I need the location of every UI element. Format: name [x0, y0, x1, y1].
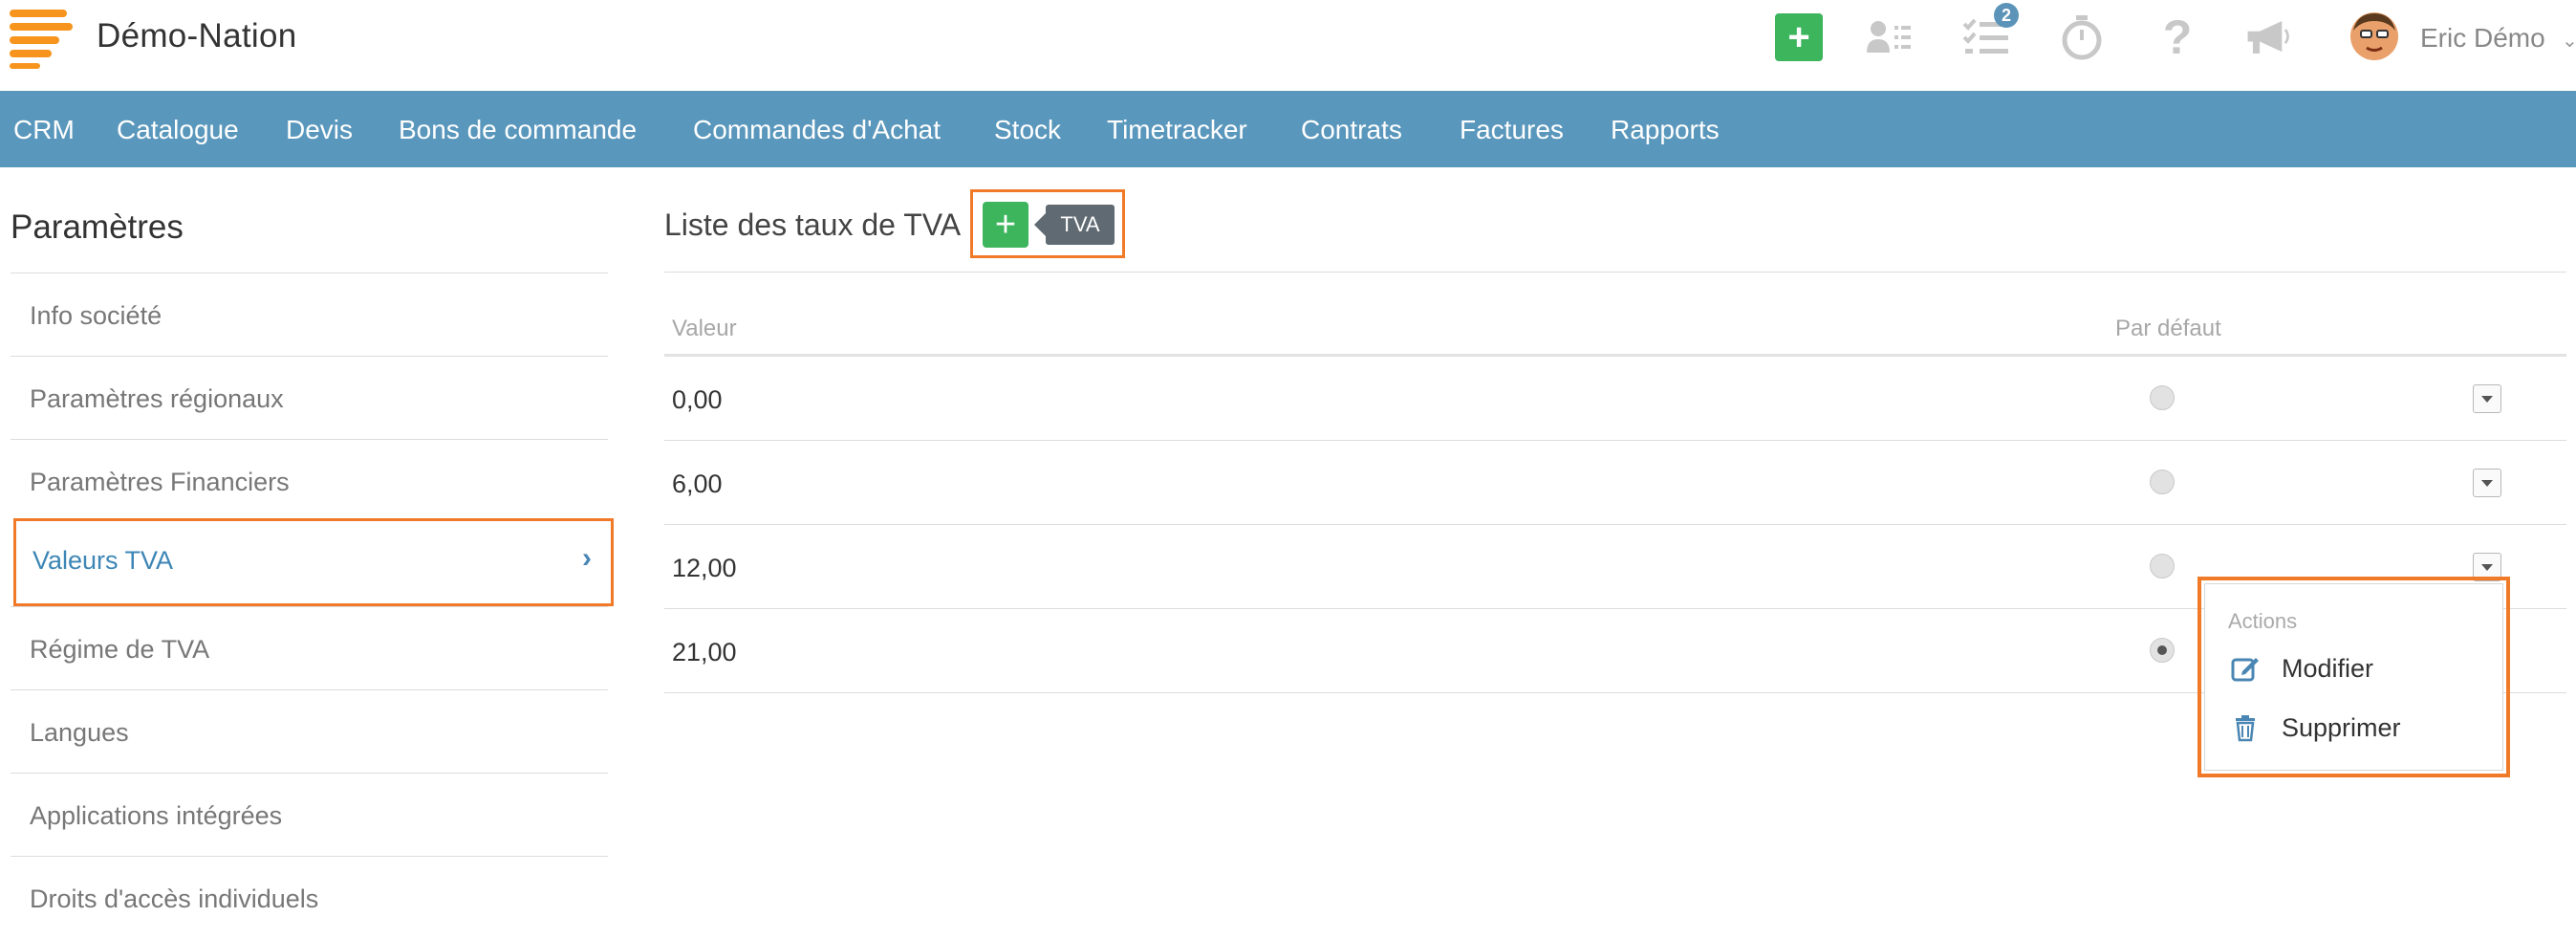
sidebar-item-regime-tva[interactable]: Régime de TVA [11, 606, 608, 689]
add-vat-tooltip: TVA [1034, 205, 1115, 245]
top-bar: Démo-Nation + 2 ? Eric Démo ⌄ [0, 0, 2576, 91]
menu-item-modifier[interactable]: Modifier [2228, 647, 2486, 689]
chevron-right-icon: › [582, 542, 592, 574]
main-nav: CRM Catalogue Devis Bons de commande Com… [0, 91, 2576, 167]
menu-item-supprimer[interactable]: Supprimer [2228, 707, 2486, 749]
sidebar-item-label: Applications intégrées [30, 801, 283, 830]
plus-icon: + [994, 205, 1017, 245]
menu-item-label: Modifier [2282, 654, 2374, 683]
divider [664, 272, 2566, 273]
sidebar-item-parametres-regionaux[interactable]: Paramètres régionaux [11, 356, 608, 439]
default-radio[interactable] [2150, 638, 2175, 663]
sidebar-item-droits-acces[interactable]: Droits d'accès individuels [11, 856, 608, 939]
vat-value: 12,00 [672, 554, 737, 582]
megaphone-icon[interactable] [2244, 13, 2292, 61]
column-header-value: Valeur [672, 316, 737, 341]
table-row: 6,00 [664, 441, 2566, 525]
default-radio[interactable] [2150, 554, 2175, 579]
vat-value: 21,00 [672, 638, 737, 666]
app-title: Démo-Nation [97, 17, 297, 55]
sidebar-item-valeurs-tva[interactable]: Valeurs TVA › [13, 518, 614, 606]
add-vat-button[interactable]: + [983, 202, 1028, 248]
nav-item-rapports[interactable]: Rapports [1611, 115, 1720, 145]
column-header-default: Par défaut [2115, 316, 2221, 341]
sidebar-item-info-societe[interactable]: Info société [11, 273, 608, 356]
default-radio[interactable] [2150, 385, 2175, 410]
sidebar-item-applications-integrees[interactable]: Applications intégrées [11, 773, 608, 856]
nav-item-bons-de-commande[interactable]: Bons de commande [399, 115, 637, 145]
nav-item-catalogue[interactable]: Catalogue [117, 115, 239, 145]
stopwatch-icon[interactable] [2058, 13, 2106, 61]
default-radio[interactable] [2150, 470, 2175, 494]
vat-value: 6,00 [672, 470, 723, 498]
chevron-down-icon[interactable]: ⌄ [2562, 29, 2576, 53]
actions-menu-header: Actions [2228, 609, 2298, 633]
vat-value: 0,00 [672, 385, 723, 414]
sidebar-item-label: Info société [30, 301, 162, 330]
sidebar-item-langues[interactable]: Langues [11, 689, 608, 773]
sidebar-item-label: Droits d'accès individuels [30, 884, 319, 913]
nav-item-contrats[interactable]: Contrats [1301, 115, 1402, 145]
question-icon[interactable]: ? [2154, 11, 2201, 64]
sidebar-item-label: Paramètres Financiers [30, 468, 290, 496]
tasks-badge: 2 [1994, 3, 2019, 28]
nav-item-devis[interactable]: Devis [286, 115, 353, 145]
sidebar-item-label: Régime de TVA [30, 635, 210, 664]
sidebar-item-label: Langues [30, 718, 129, 747]
table-row: 0,00 [664, 357, 2566, 441]
sidebar-item-label: Paramètres régionaux [30, 384, 284, 413]
row-actions-dropdown[interactable] [2473, 469, 2501, 497]
actions-menu: Actions Modifier Supprimer [2204, 583, 2503, 771]
nav-item-factures[interactable]: Factures [1460, 115, 1564, 145]
menu-item-label: Supprimer [2282, 713, 2401, 742]
quick-add-button[interactable]: + [1775, 13, 1823, 61]
nav-item-crm[interactable]: CRM [13, 115, 75, 145]
app-logo[interactable] [10, 10, 73, 69]
page-title: Liste des taux de TVA [664, 207, 962, 242]
row-actions-dropdown[interactable] [2473, 384, 2501, 413]
nav-item-timetracker[interactable]: Timetracker [1107, 115, 1247, 145]
sidebar-item-label: Valeurs TVA [32, 546, 174, 575]
nav-item-stock[interactable]: Stock [994, 115, 1061, 145]
plus-icon: + [1787, 16, 1810, 58]
nav-item-commandes-achat[interactable]: Commandes d'Achat [693, 115, 941, 145]
sidebar-item-parametres-financiers[interactable]: Paramètres Financiers [11, 439, 608, 522]
avatar[interactable] [2349, 11, 2399, 61]
user-name[interactable]: Eric Démo [2420, 23, 2545, 54]
sidebar-title: Paramètres [11, 208, 184, 246]
edit-icon [2231, 658, 2259, 682]
contact-list-icon[interactable] [1866, 13, 1914, 61]
trash-icon [2236, 715, 2255, 742]
